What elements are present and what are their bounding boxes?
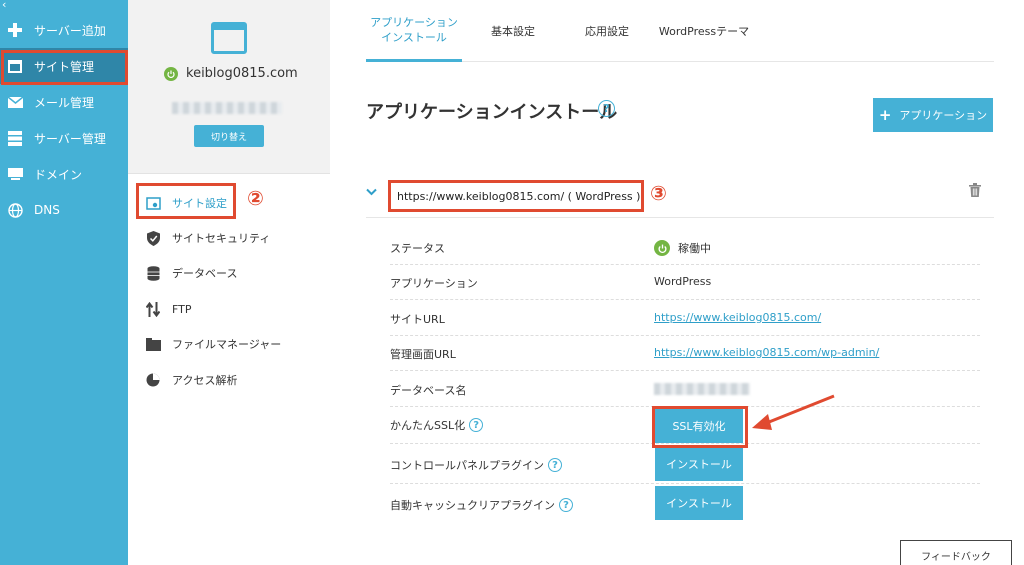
site-domain: keiblog0815.com bbox=[164, 66, 298, 81]
status-value: 稼働中 bbox=[654, 240, 711, 256]
menu-item-file-manager[interactable]: ファイルマネージャー bbox=[144, 332, 281, 356]
annotation-arrow bbox=[752, 394, 835, 430]
cp-plugin-label-group: コントロールパネルプラグイン ? bbox=[390, 457, 562, 473]
admin-url-label: 管理画面URL bbox=[390, 348, 456, 361]
menu-item-access-analytics[interactable]: アクセス解析 bbox=[144, 368, 237, 392]
annotation-box-ssl bbox=[652, 406, 748, 448]
nav-item-label: サーバー追加 bbox=[34, 23, 106, 38]
tab-wordpress-theme[interactable]: WordPressテーマ bbox=[654, 0, 754, 62]
nav-item-mail-management[interactable]: メール管理 bbox=[0, 84, 128, 120]
menu-item-database[interactable]: データベース bbox=[144, 261, 237, 285]
server-icon bbox=[6, 130, 24, 146]
site-card: keiblog0815.com 切り替え bbox=[128, 0, 330, 173]
help-icon[interactable]: ? bbox=[598, 100, 615, 117]
application-value: WordPress bbox=[654, 275, 712, 288]
chevron-down-icon[interactable] bbox=[366, 186, 377, 199]
tab-app-install[interactable]: アプリケーション インストール bbox=[366, 0, 462, 62]
switch-site-button[interactable]: 切り替え bbox=[194, 125, 264, 147]
menu-item-ftp[interactable]: FTP bbox=[144, 297, 192, 321]
nav-item-server-management[interactable]: サーバー管理 bbox=[0, 120, 128, 156]
tab-advanced-settings[interactable]: 応用設定 bbox=[572, 0, 642, 62]
application-label: アプリケーション bbox=[390, 277, 478, 290]
tab-bar: アプリケーション インストール 基本設定 応用設定 WordPressテーマ bbox=[366, 0, 994, 62]
application-url-label: https://www.keiblog0815.com/ ( WordPress… bbox=[388, 180, 644, 212]
detail-row-application: アプリケーション WordPress bbox=[390, 264, 980, 300]
annotation-box-site-settings bbox=[136, 183, 236, 219]
tab-basic-settings[interactable]: 基本設定 bbox=[478, 0, 548, 62]
power-icon bbox=[164, 66, 178, 81]
site-menu: サイト設定 サイトセキュリティ データベース FTP ファイルマネージャー アク… bbox=[128, 173, 330, 565]
admin-url-link[interactable]: https://www.keiblog0815.com/wp-admin/ bbox=[654, 346, 879, 359]
redacted-db-name bbox=[654, 383, 750, 395]
ssl-label: かんたんSSL化 bbox=[390, 419, 466, 432]
cache-plugin-label: 自動キャッシュクリアプラグイン bbox=[390, 499, 555, 512]
main-content: アプリケーション インストール 基本設定 応用設定 WordPressテーマ ア… bbox=[330, 0, 1024, 565]
nav-item-label: メール管理 bbox=[34, 95, 95, 110]
menu-item-label: ファイルマネージャー bbox=[172, 338, 282, 351]
site-panel: keiblog0815.com 切り替え サイト設定 サイトセキュリティ データ… bbox=[128, 0, 330, 565]
menu-item-site-security[interactable]: サイトセキュリティ bbox=[144, 226, 270, 250]
domain-icon bbox=[6, 168, 24, 180]
menu-item-label: データベース bbox=[172, 267, 238, 280]
trash-icon[interactable] bbox=[969, 182, 981, 201]
redacted-info bbox=[172, 102, 282, 114]
detail-row-admin-url: 管理画面URL https://www.keiblog0815.com/wp-a… bbox=[390, 335, 980, 371]
pie-chart-icon bbox=[144, 373, 162, 387]
plus-icon bbox=[6, 23, 24, 37]
add-application-button[interactable]: + アプリケーション bbox=[873, 98, 993, 132]
site-url-label: サイトURL bbox=[390, 313, 445, 326]
detail-row-status: ステータス 稼働中 bbox=[390, 229, 980, 265]
cache-plugin-install-button[interactable]: インストール bbox=[655, 486, 743, 520]
menu-item-label: FTP bbox=[172, 302, 192, 316]
ftp-arrows-icon bbox=[144, 301, 162, 317]
database-icon bbox=[144, 265, 162, 281]
plus-icon: + bbox=[878, 106, 892, 124]
nav-item-domain[interactable]: ドメイン bbox=[0, 156, 128, 192]
detail-row-db-name: データベース名 bbox=[390, 371, 980, 407]
site-url-link[interactable]: https://www.keiblog0815.com/ bbox=[654, 311, 821, 324]
annotation-number-2: ② bbox=[247, 186, 264, 210]
nav-item-label: ドメイン bbox=[34, 167, 83, 182]
nav-item-label: サーバー管理 bbox=[34, 131, 106, 146]
status-label: ステータス bbox=[390, 242, 445, 255]
cache-plugin-label-group: 自動キャッシュクリアプラグイン ? bbox=[390, 497, 573, 513]
mail-icon bbox=[6, 96, 24, 108]
page-title: アプリケーションインストール bbox=[366, 102, 618, 123]
shield-icon bbox=[144, 230, 162, 246]
feedback-button[interactable]: フィードバック bbox=[900, 540, 1012, 565]
help-icon[interactable]: ? bbox=[469, 418, 484, 432]
globe-icon bbox=[6, 202, 24, 218]
annotation-box-site-management bbox=[1, 50, 128, 85]
nav-item-add-server[interactable]: サーバー追加 bbox=[0, 12, 128, 48]
cp-plugin-install-button[interactable]: インストール bbox=[655, 447, 743, 481]
cp-plugin-label: コントロールパネルプラグイン bbox=[390, 459, 544, 472]
active-pointer bbox=[321, 194, 330, 212]
help-icon[interactable]: ? bbox=[559, 498, 573, 512]
menu-item-label: アクセス解析 bbox=[172, 374, 238, 387]
db-name-label: データベース名 bbox=[390, 384, 467, 397]
folder-icon bbox=[144, 337, 162, 351]
nav-item-dns[interactable]: DNS bbox=[0, 192, 128, 228]
menu-item-label: サイトセキュリティ bbox=[172, 232, 271, 245]
ssl-label-group: かんたんSSL化 ? bbox=[390, 417, 484, 433]
site-window-icon bbox=[211, 22, 247, 54]
power-icon bbox=[654, 240, 670, 256]
nav-item-label: DNS bbox=[34, 203, 60, 217]
collapse-chevron-icon[interactable]: ‹ bbox=[2, 0, 6, 11]
annotation-number-3: ③ bbox=[650, 181, 667, 205]
detail-row-site-url: サイトURL https://www.keiblog0815.com/ bbox=[390, 300, 980, 336]
help-icon[interactable]: ? bbox=[548, 458, 562, 472]
application-row[interactable]: https://www.keiblog0815.com/ ( WordPress… bbox=[366, 170, 994, 218]
